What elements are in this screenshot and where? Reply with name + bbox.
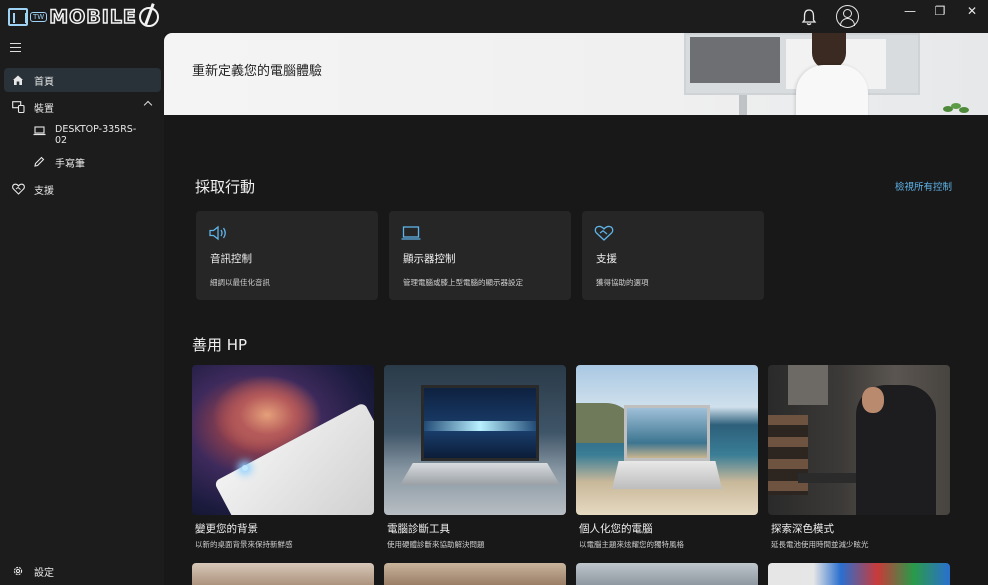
partial-card-image[interactable] bbox=[768, 563, 950, 585]
main-content: 重新定義您的電腦體驗 採取行動 檢視所有控制 音訊控制 細調以最佳化音訊 顯示器… bbox=[164, 33, 988, 585]
beach-laptop-image bbox=[576, 365, 758, 515]
sidebar-item-devices[interactable]: 裝置 bbox=[4, 95, 161, 119]
card-title: 支援 bbox=[596, 253, 617, 265]
card-description: 細調以最佳化音訊 bbox=[210, 278, 270, 287]
close-button[interactable]: ✕ bbox=[965, 4, 979, 18]
logo-word: MOBILE bbox=[48, 5, 137, 29]
card-description: 以新的桌面背景來保持新鮮感 bbox=[195, 540, 293, 549]
card-title: 個人化您的電腦 bbox=[579, 523, 653, 535]
laptop-icon bbox=[32, 124, 46, 138]
sidebar-item-home[interactable]: 首頁 bbox=[4, 68, 161, 92]
sidebar-item-support[interactable]: 支援 bbox=[4, 177, 161, 201]
hero-banner: 重新定義您的電腦體驗 bbox=[164, 33, 988, 115]
sidebar-item-settings[interactable]: 設定 bbox=[4, 559, 161, 583]
account-icon[interactable] bbox=[836, 5, 859, 28]
chevron-up-icon[interactable] bbox=[143, 100, 153, 110]
view-all-controls-link[interactable]: 檢視所有控制 bbox=[895, 179, 952, 193]
card-title: 變更您的背景 bbox=[195, 523, 258, 535]
card-description: 以電腦主題來炫耀您的獨特風格 bbox=[579, 540, 684, 549]
app-logo: TW MOBILE bbox=[8, 5, 159, 29]
dark-room-image bbox=[768, 365, 950, 515]
personalize-card[interactable]: 個人化您的電腦 以電腦主題來炫耀您的獨特風格 bbox=[576, 365, 758, 550]
change-background-card[interactable]: 變更您的背景 以新的桌面背景來保持新鮮感 bbox=[192, 365, 374, 550]
card-title: 顯示器控制 bbox=[403, 253, 456, 265]
sidebar-item-label: DESKTOP-335RS-02 bbox=[55, 124, 137, 146]
app-window: TW MOBILE — ❐ ✕ 首頁 裝置 DESKTOP-335RS-02 手… bbox=[0, 0, 988, 585]
diagnostics-laptop-image bbox=[384, 365, 566, 515]
pen-icon bbox=[32, 155, 46, 169]
speaker-icon bbox=[209, 225, 226, 241]
actions-section-title: 採取行動 bbox=[195, 178, 256, 196]
card-title: 探索深色模式 bbox=[771, 523, 834, 535]
logo-mark-icon bbox=[8, 8, 28, 26]
monitor-icon bbox=[401, 226, 421, 240]
logo-symbol-icon bbox=[138, 7, 159, 27]
sidebar: 首頁 裝置 DESKTOP-335RS-02 手寫筆 支援 設定 bbox=[0, 33, 164, 585]
partial-card-image[interactable] bbox=[384, 563, 566, 585]
card-title: 電腦診斷工具 bbox=[387, 523, 450, 535]
audio-control-card[interactable]: 音訊控制 細調以最佳化音訊 bbox=[196, 211, 378, 300]
hamburger-menu-icon[interactable] bbox=[10, 43, 21, 52]
card-title: 音訊控制 bbox=[210, 253, 252, 265]
sidebar-item-label: 設定 bbox=[34, 567, 54, 579]
home-icon bbox=[11, 73, 25, 87]
support-icon bbox=[11, 182, 25, 196]
logo-badge: TW bbox=[30, 12, 48, 22]
galaxy-laptop-image bbox=[192, 365, 374, 515]
display-control-card[interactable]: 顯示器控制 管理電腦或膝上型電腦的顯示器設定 bbox=[389, 211, 571, 300]
gear-icon bbox=[11, 564, 25, 578]
maximize-button[interactable]: ❐ bbox=[933, 4, 947, 18]
card-description: 延長電池使用時間並減少眩光 bbox=[771, 540, 869, 549]
devices-icon bbox=[11, 100, 25, 114]
partial-card-image[interactable] bbox=[192, 563, 374, 585]
diagnostics-card[interactable]: 電腦診斷工具 使用硬體診斷來協助解決問題 bbox=[384, 365, 566, 550]
hero-person-image bbox=[792, 33, 868, 115]
featured-section-title: 善用 HP bbox=[192, 336, 248, 354]
bell-icon[interactable] bbox=[801, 8, 817, 26]
sidebar-item-label: 首頁 bbox=[34, 76, 54, 88]
card-description: 管理電腦或膝上型電腦的顯示器設定 bbox=[403, 278, 523, 287]
sidebar-item-label: 裝置 bbox=[34, 103, 54, 115]
minimize-button[interactable]: — bbox=[903, 4, 917, 18]
sidebar-item-desktop[interactable]: DESKTOP-335RS-02 bbox=[4, 122, 161, 150]
sidebar-item-label: 支援 bbox=[34, 185, 54, 197]
card-description: 獲得協助的選項 bbox=[596, 278, 649, 287]
support-icon bbox=[594, 225, 614, 241]
dark-mode-card[interactable]: 探索深色模式 延長電池使用時間並減少眩光 bbox=[768, 365, 950, 550]
title-bar: TW MOBILE — ❐ ✕ bbox=[0, 0, 988, 33]
hero-title: 重新定義您的電腦體驗 bbox=[192, 64, 323, 79]
support-card[interactable]: 支援 獲得協助的選項 bbox=[582, 211, 764, 300]
card-description: 使用硬體診斷來協助解決問題 bbox=[387, 540, 485, 549]
plant-image bbox=[943, 103, 969, 113]
sidebar-item-pen[interactable]: 手寫筆 bbox=[4, 150, 161, 174]
sidebar-item-label: 手寫筆 bbox=[55, 158, 85, 170]
partial-card-image[interactable] bbox=[576, 563, 758, 585]
